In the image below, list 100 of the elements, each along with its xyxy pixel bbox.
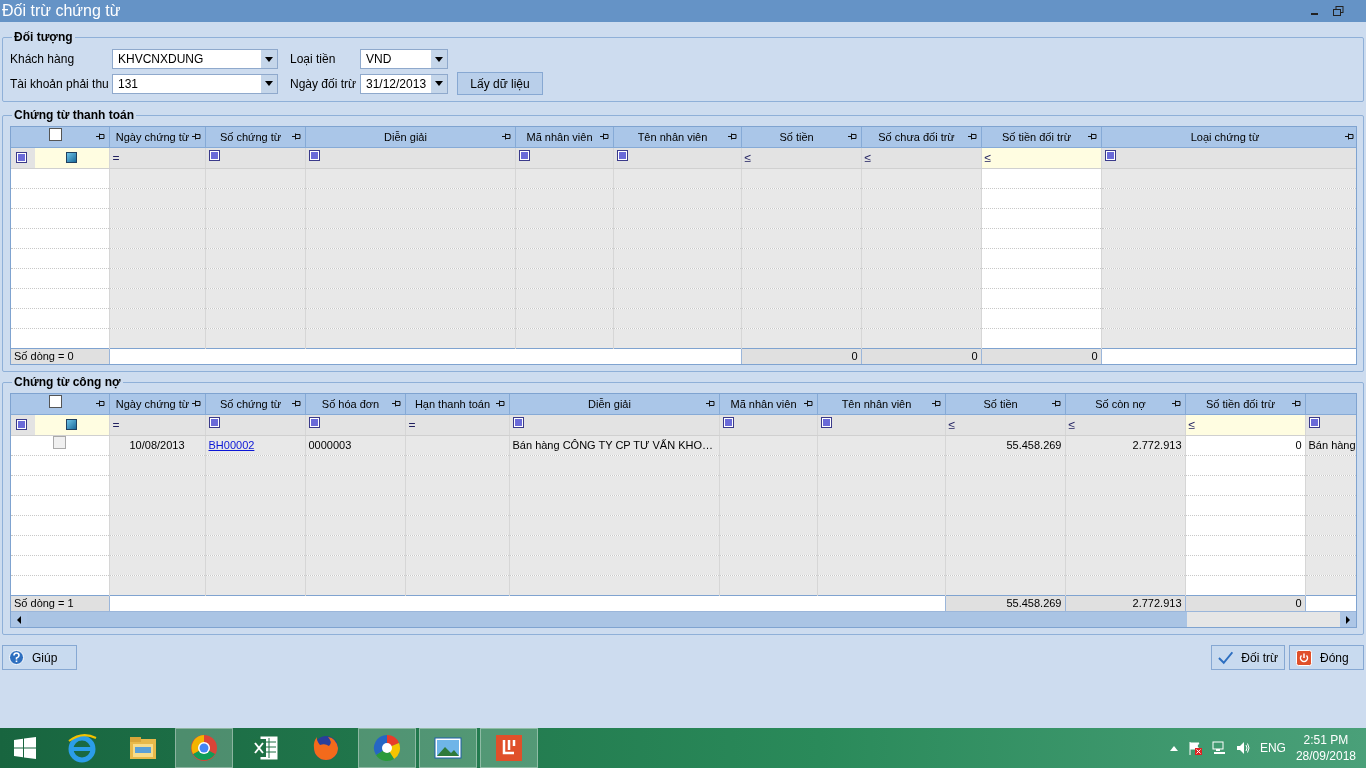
column-header[interactable]: Số hóa đơn (305, 394, 405, 414)
total-cell: 0 (741, 348, 861, 364)
taskbar-app[interactable] (358, 728, 416, 768)
filter-icon[interactable] (722, 417, 734, 429)
filter-icon[interactable] (208, 417, 220, 429)
apply-button[interactable]: Đối trừ (1211, 645, 1285, 670)
filter-icon[interactable] (616, 150, 628, 162)
pin-icon[interactable] (727, 133, 737, 140)
select-all-checkbox[interactable] (48, 128, 62, 141)
total-cell: 0 (1185, 595, 1305, 611)
pin-icon[interactable] (95, 400, 105, 407)
column-header[interactable]: Số tiền đối trừ (1185, 394, 1305, 414)
taskbar-app[interactable] (419, 728, 477, 768)
help-button[interactable]: Giúp (2, 645, 77, 670)
row-checkbox[interactable] (53, 436, 67, 450)
document-icon (494, 733, 524, 763)
column-header[interactable]: Tên nhân viên (817, 394, 945, 414)
browser-icon (67, 733, 97, 763)
restore-icon[interactable] (1333, 6, 1344, 16)
pin-icon[interactable] (191, 133, 201, 140)
total-cell: 0 (981, 348, 1101, 364)
column-header[interactable]: Diễn giải (509, 394, 719, 414)
scroll-left-icon[interactable] (16, 615, 22, 624)
pin-icon[interactable] (291, 133, 301, 140)
check-icon (1218, 650, 1234, 665)
column-header[interactable]: Ngày chứng từ (109, 394, 205, 414)
filter-icon[interactable] (15, 152, 27, 163)
pin-icon[interactable] (1051, 400, 1061, 407)
column-header[interactable]: Số chưa đối trừ (861, 127, 981, 147)
column-header[interactable]: Mã nhân viên (515, 127, 613, 147)
start-icon[interactable] (14, 737, 36, 759)
pin-icon[interactable] (847, 133, 857, 140)
pin-icon[interactable] (391, 400, 401, 407)
pin-icon[interactable] (803, 400, 813, 407)
field-label: Khách hàng (10, 51, 76, 68)
column-header[interactable]: Số chứng từ (205, 127, 305, 147)
column-header[interactable]: Số tiền (741, 127, 861, 147)
pin-icon[interactable] (1171, 400, 1181, 407)
filter-icon[interactable] (1308, 417, 1320, 429)
pin-icon[interactable] (95, 133, 105, 140)
filter-icon[interactable] (820, 417, 832, 429)
filter-operator[interactable]: ≤ (948, 415, 956, 434)
row-selector-icon[interactable] (66, 419, 78, 430)
filter-operator[interactable]: = (408, 415, 416, 434)
column-header[interactable]: Diễn giải (305, 127, 515, 147)
filter-operator[interactable]: ≤ (864, 148, 872, 167)
filter-icon[interactable] (1104, 150, 1116, 162)
total-cell: 2.772.913 (1065, 595, 1185, 611)
pin-icon[interactable] (705, 400, 715, 407)
row-selector-icon[interactable] (66, 152, 78, 163)
column-header[interactable]: Hạn thanh toán (405, 394, 509, 414)
column-header[interactable]: Số tiền (945, 394, 1065, 414)
column-header[interactable]: Ngày chứng từ (109, 127, 205, 147)
pin-icon[interactable] (501, 133, 511, 140)
taskbar-app[interactable] (480, 728, 538, 768)
pin-icon[interactable] (1344, 133, 1354, 140)
filter-operator[interactable]: = (112, 415, 120, 434)
dropdown-field[interactable]: VND (360, 49, 448, 69)
dropdown-field[interactable]: 31/12/2013 (360, 73, 448, 94)
column-header[interactable]: Tên nhân viên (613, 127, 741, 147)
pin-icon[interactable] (191, 400, 201, 407)
pin-icon[interactable] (1291, 400, 1301, 407)
pin-icon[interactable] (495, 400, 505, 407)
filter-icon[interactable] (512, 417, 524, 429)
fetch-data-button[interactable]: Lấy dữ liệu (457, 72, 543, 95)
speaker-icon[interactable] (1235, 741, 1250, 755)
network-icon[interactable] (1211, 741, 1226, 755)
filter-icon[interactable] (15, 419, 27, 430)
select-all-checkbox[interactable] (48, 395, 62, 408)
dropdown-field[interactable]: 131 (112, 73, 278, 94)
column-header[interactable]: Số còn nợ (1065, 394, 1185, 414)
pin-icon[interactable] (291, 400, 301, 407)
column-header[interactable]: Số tiền đối trừ (981, 127, 1101, 147)
filter-icon[interactable] (518, 150, 530, 162)
group-title: Chứng từ công nợ (13, 375, 122, 389)
filter-operator[interactable]: ≤ (744, 148, 752, 167)
taskbar-app[interactable] (175, 728, 233, 768)
pin-icon[interactable] (931, 400, 941, 407)
column-header[interactable]: Số chứng từ (205, 394, 305, 414)
filter-operator[interactable]: ≤ (1068, 415, 1076, 434)
filter-operator[interactable]: = (112, 148, 120, 167)
column-header[interactable]: Loại chứng từ (1101, 127, 1356, 147)
flag-icon[interactable] (1187, 741, 1202, 755)
field-label: Tài khoản phải thu (10, 75, 110, 93)
scroll-right-icon[interactable] (1345, 615, 1351, 624)
close-button[interactable]: Đóng (1289, 645, 1364, 670)
pin-icon[interactable] (599, 133, 609, 140)
column-header[interactable]: Mã nhân viên (719, 394, 817, 414)
caret-icon (435, 81, 444, 86)
pin-icon[interactable] (1087, 133, 1097, 140)
filter-icon[interactable] (208, 150, 220, 162)
filter-operator[interactable]: ≤ (984, 148, 992, 167)
horizontal-scrollbar[interactable] (11, 611, 1356, 627)
filter-icon[interactable] (308, 417, 320, 429)
show-hidden-icon[interactable] (1169, 745, 1178, 751)
filter-operator[interactable]: ≤ (1188, 415, 1196, 434)
circle-browser-icon (189, 733, 219, 763)
pin-icon[interactable] (967, 133, 977, 140)
filter-icon[interactable] (308, 150, 320, 162)
dropdown-field[interactable]: KHVCNXDUNG (112, 49, 278, 69)
